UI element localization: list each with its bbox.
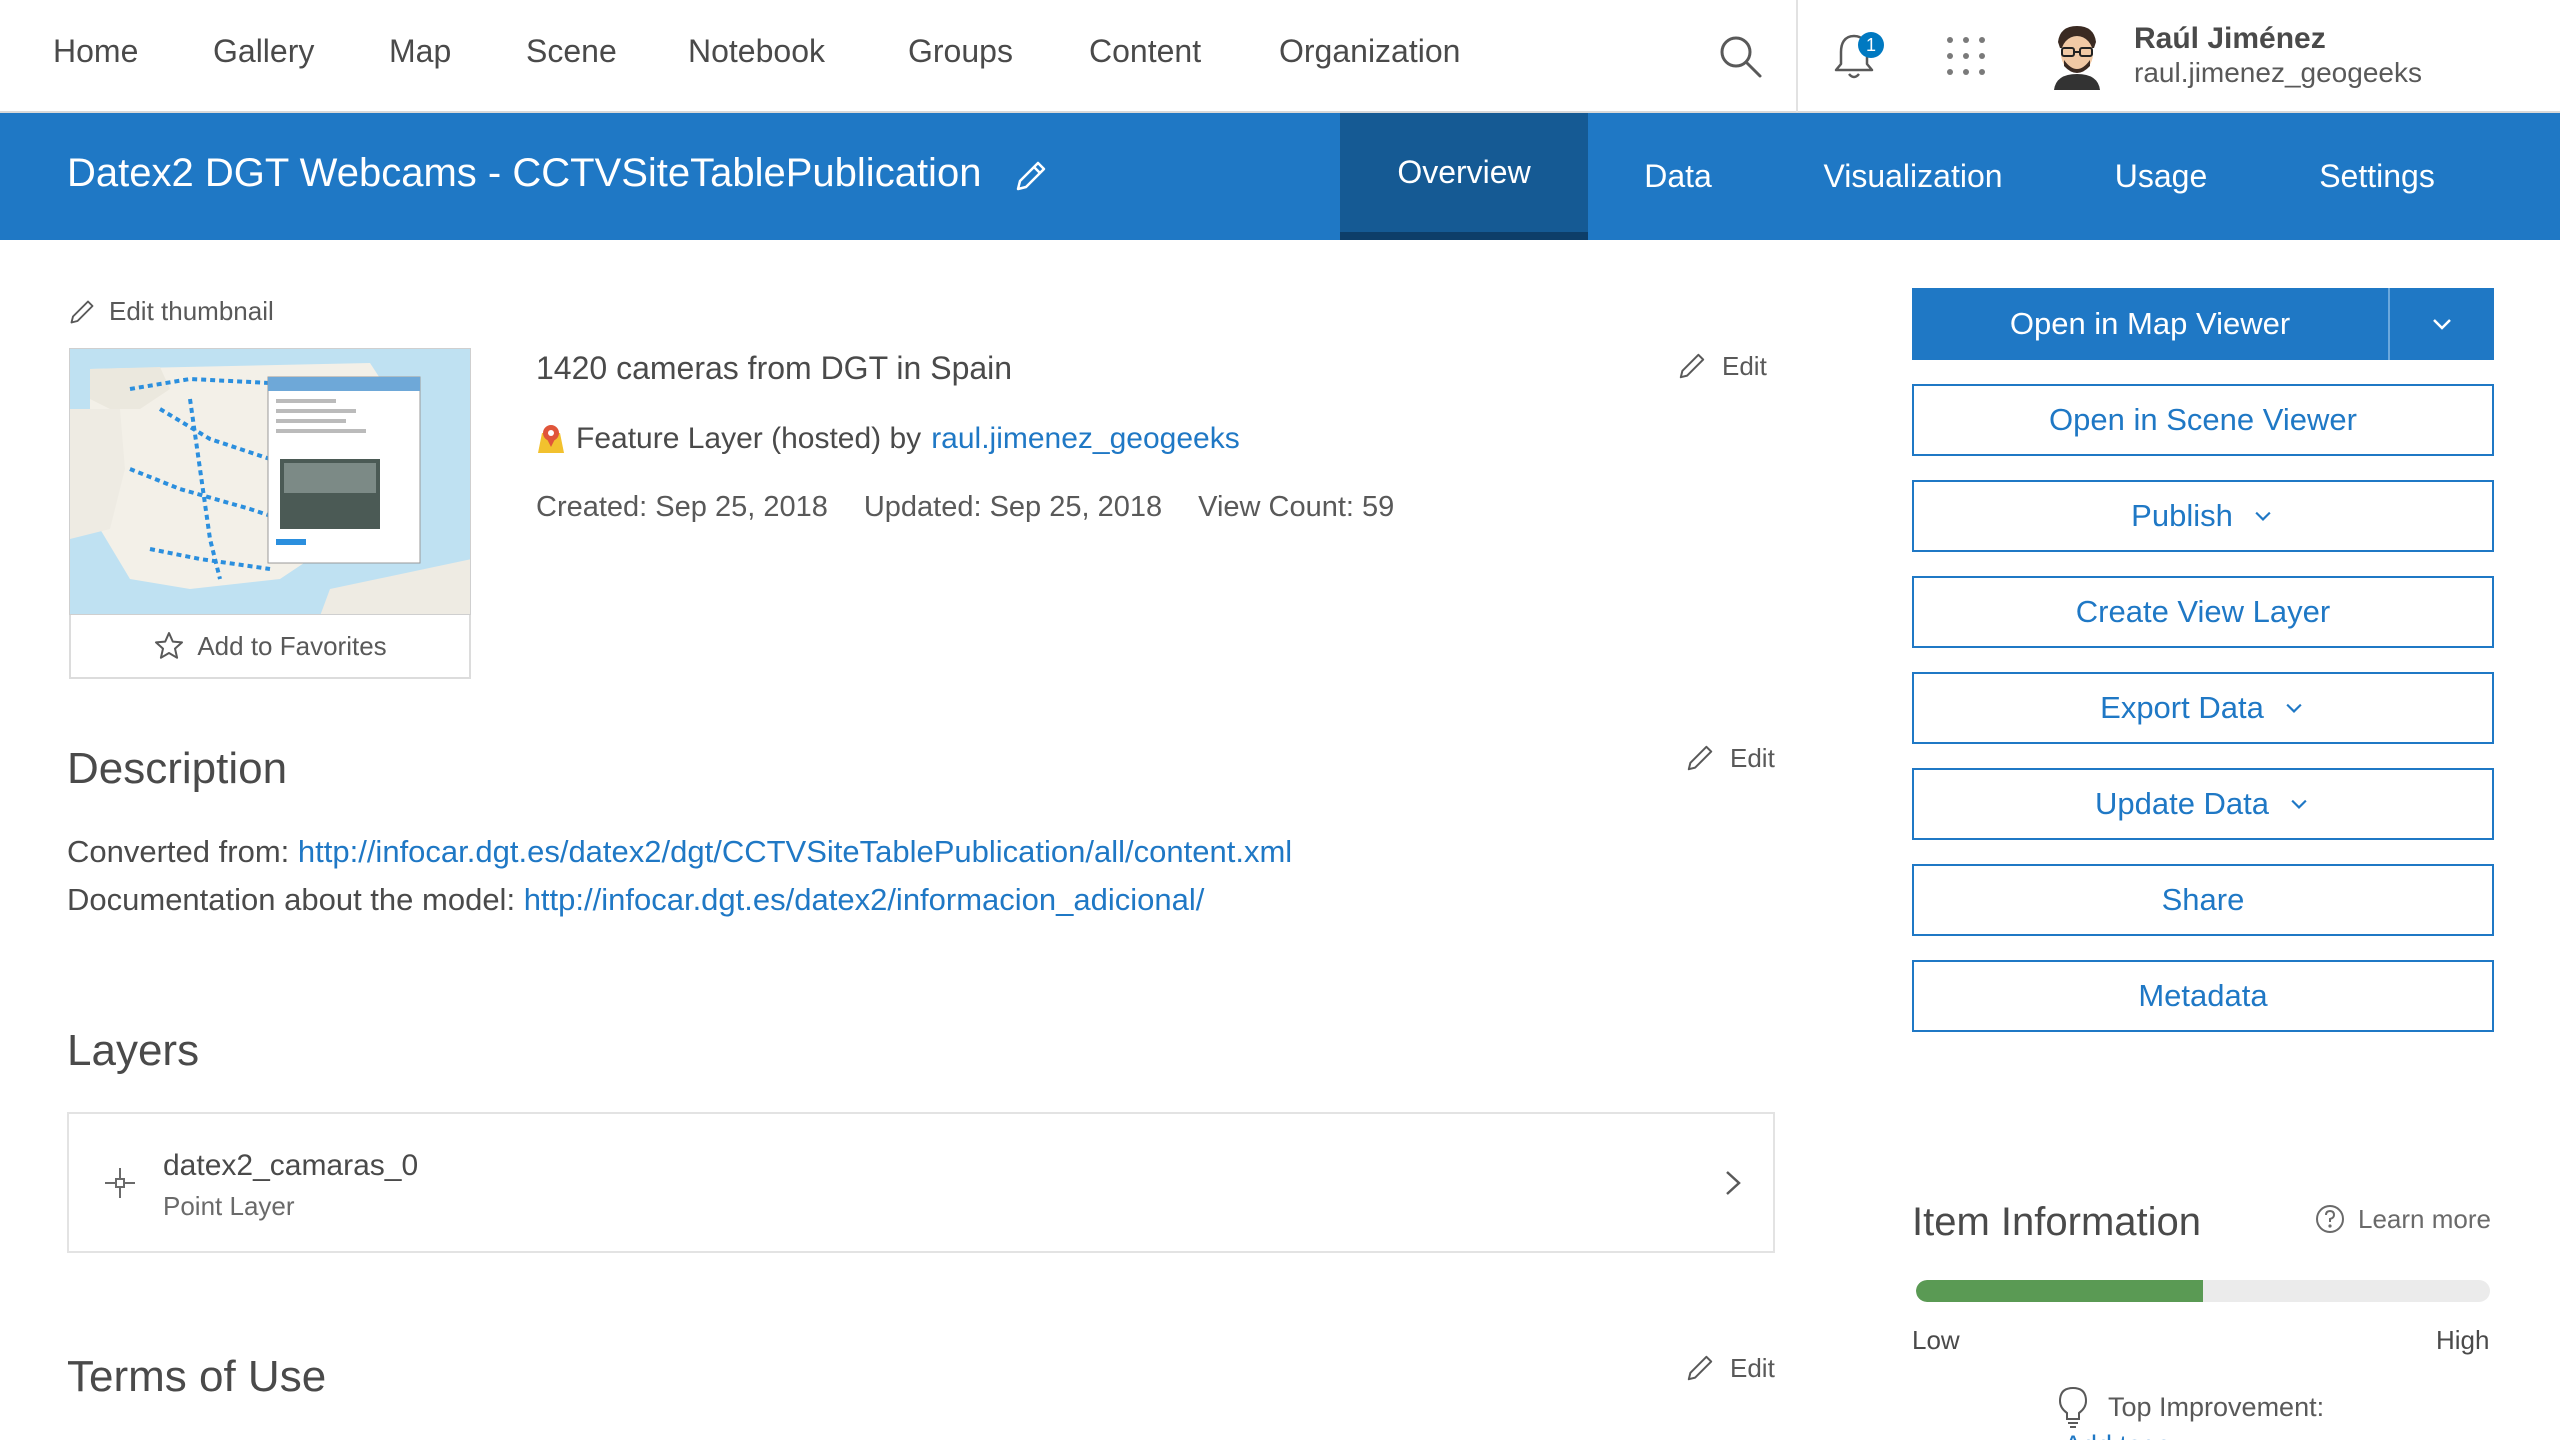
export-data-button[interactable]: Export Data	[1912, 672, 2494, 744]
search-icon[interactable]	[1716, 32, 1764, 80]
nav-content[interactable]: Content	[1089, 33, 1201, 70]
edit-summary-button[interactable]: Edit	[1676, 350, 1767, 382]
nav-divider	[1796, 0, 1798, 112]
tab-settings[interactable]: Settings	[2290, 113, 2464, 240]
point-layer-icon	[105, 1168, 135, 1198]
metadata-label: Metadata	[2138, 978, 2268, 1013]
notification-badge: 1	[1858, 32, 1884, 58]
add-to-favorites-label: Add to Favorites	[197, 630, 387, 661]
publish-label: Publish	[2131, 498, 2233, 533]
publish-button[interactable]: Publish	[1912, 480, 2494, 552]
updated-date: Updated: Sep 25, 2018	[863, 491, 1163, 523]
edit-terms-label: Edit	[1730, 1352, 1775, 1383]
edit-terms-button[interactable]: Edit	[1684, 1352, 1775, 1384]
tab-overview[interactable]: Overview	[1340, 113, 1588, 240]
documentation-link[interactable]: http://infocar.dgt.es/datex2/informacion…	[524, 882, 1205, 917]
open-in-scene-viewer-button[interactable]: Open in Scene Viewer	[1912, 384, 2494, 456]
create-view-layer-label: Create View Layer	[2075, 594, 2331, 629]
edit-summary-label: Edit	[1722, 350, 1767, 381]
item-information-score-fill	[1916, 1280, 2203, 1302]
layers-heading: Layers	[67, 1026, 200, 1075]
item-title: Datex2 DGT Webcams - CCTVSiteTablePublic…	[67, 151, 982, 195]
chevron-down-icon	[2291, 799, 2307, 809]
converted-from-link[interactable]: http://infocar.dgt.es/datex2/dgt/CCTVSit…	[298, 834, 1292, 869]
description-line-1: Converted from: http://infocar.dgt.es/da…	[67, 834, 1292, 870]
top-navigation: Home Gallery Map Scene Notebook Groups C…	[0, 0, 2560, 113]
created-date: Created: Sep 25, 2018	[536, 491, 828, 523]
item-type-line: Feature Layer (hosted) by raul.jimenez_g…	[536, 422, 1240, 456]
view-count: View Count: 59	[1198, 491, 1395, 523]
nav-home[interactable]: Home	[53, 33, 138, 70]
item-information-heading: Item Information	[1912, 1200, 2202, 1244]
lightbulb-icon	[2058, 1386, 2088, 1428]
learn-more-label: Learn more	[2358, 1203, 2491, 1234]
open-in-map-viewer-button[interactable]: Open in Map Viewer	[1912, 288, 2388, 360]
description-line-2: Documentation about the model: http://in…	[67, 882, 1204, 918]
layer-name: datex2_camaras_0	[163, 1149, 419, 1182]
feature-layer-icon	[538, 425, 564, 453]
star-icon	[155, 632, 184, 659]
score-low-label: Low	[1912, 1325, 1960, 1355]
chevron-right-icon	[1726, 1171, 1741, 1195]
edit-title-icon[interactable]	[1010, 157, 1050, 197]
item-dates: Created: Sep 25, 2018 Updated: Sep 25, 20…	[536, 491, 1430, 524]
nav-organization[interactable]: Organization	[1279, 33, 1460, 70]
item-information-score-bar	[1916, 1280, 2490, 1302]
converted-from-label: Converted from:	[67, 834, 290, 869]
item-thumbnail	[69, 348, 471, 615]
update-data-label: Update Data	[2094, 786, 2270, 821]
nav-map[interactable]: Map	[389, 33, 451, 70]
layer-row[interactable]: datex2_camaras_0 Point Layer	[67, 1112, 1775, 1253]
top-improvement-link[interactable]: Add tags	[2064, 1430, 2171, 1440]
nav-gallery[interactable]: Gallery	[213, 33, 314, 70]
metadata-button[interactable]: Metadata	[1912, 960, 2494, 1032]
edit-thumbnail-label: Edit thumbnail	[109, 296, 274, 326]
learn-more-link[interactable]: Learn more	[2314, 1203, 2491, 1235]
documentation-label: Documentation about the model:	[67, 882, 516, 917]
create-view-layer-button[interactable]: Create View Layer	[1912, 576, 2494, 648]
share-button[interactable]: Share	[1912, 864, 2494, 936]
user-id[interactable]: raul.jimenez_geogeeks	[2134, 57, 2422, 89]
avatar[interactable]	[2048, 22, 2106, 90]
tab-visualization[interactable]: Visualization	[1800, 113, 2026, 240]
edit-description-button[interactable]: Edit	[1684, 742, 1775, 774]
update-data-button[interactable]: Update Data	[1912, 768, 2494, 840]
tab-usage[interactable]: Usage	[2080, 113, 2242, 240]
terms-heading: Terms of Use	[67, 1352, 327, 1401]
tab-data[interactable]: Data	[1600, 113, 1756, 240]
chevron-down-icon	[2433, 319, 2451, 330]
item-type-text: Feature Layer (hosted) by	[576, 422, 922, 455]
item-summary: 1420 cameras from DGT in Spain	[536, 350, 1013, 386]
chevron-down-icon	[2286, 703, 2302, 713]
open-in-scene-viewer-label: Open in Scene Viewer	[2049, 402, 2357, 437]
add-to-favorites-button[interactable]: Add to Favorites	[69, 615, 471, 679]
owner-link[interactable]: raul.jimenez_geogeeks	[931, 422, 1240, 456]
nav-scene[interactable]: Scene	[526, 33, 617, 70]
pencil-icon	[1679, 353, 1705, 379]
item-title-bar: Datex2 DGT Webcams - CCTVSiteTablePublic…	[0, 113, 2560, 240]
score-high-label: High	[2436, 1325, 2490, 1355]
export-data-label: Export Data	[2100, 690, 2264, 725]
share-label: Share	[2161, 882, 2245, 917]
top-improvement-label: Top Improvement:	[2108, 1391, 2325, 1422]
edit-description-label: Edit	[1730, 742, 1775, 773]
nav-groups[interactable]: Groups	[908, 33, 1013, 70]
edit-thumbnail-link[interactable]: Edit thumbnail	[67, 296, 274, 327]
chevron-down-icon	[2255, 511, 2271, 521]
nav-notebook[interactable]: Notebook	[688, 33, 825, 70]
pencil-icon	[1687, 745, 1713, 771]
app-launcher-icon[interactable]	[1944, 34, 1988, 78]
pencil-icon	[1687, 1355, 1713, 1381]
description-heading: Description	[67, 744, 288, 793]
open-in-map-viewer-split-button: Open in Map Viewer	[1912, 288, 2494, 360]
map-thumbnail-image	[70, 349, 470, 614]
top-improvement: Top Improvement:	[2056, 1385, 2324, 1429]
layer-type: Point Layer	[163, 1191, 295, 1221]
map-viewer-dropdown-toggle[interactable]	[2388, 288, 2494, 360]
help-icon	[2316, 1205, 2344, 1233]
user-name[interactable]: Raúl Jiménez	[2134, 22, 2326, 56]
pencil-icon	[70, 300, 94, 323]
